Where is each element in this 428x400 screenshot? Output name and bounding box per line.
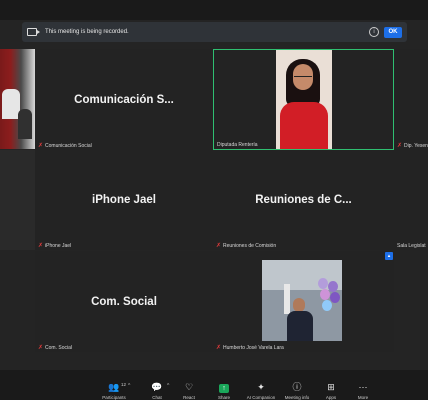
tile-left-video[interactable] (0, 49, 35, 149)
participant-count: 12 (121, 382, 127, 387)
tile-left-empty (0, 150, 35, 250)
muted-mic-icon: ✗ (216, 243, 222, 249)
participant-display-name: Comunicación S... (74, 93, 174, 106)
recording-message: This meeting is being recorded. (45, 29, 129, 35)
participant-name-label: ✗ iPhone Jael (38, 242, 72, 250)
share-button[interactable]: ↑ Share (204, 382, 244, 400)
meeting-toolbar: 👥 12 ^ Participants 💬 ^ Chat ♡ React ↑ S… (0, 370, 428, 400)
participant-name-label: ✗ Comunicación Social (38, 142, 92, 150)
tile-reuniones-comision[interactable]: Reuniones de C... ✗ Reuniones de Comisió… (213, 150, 394, 250)
more-label: More (357, 395, 369, 400)
window-top-bar (0, 0, 428, 20)
chevron-up-icon[interactable]: ^ (128, 383, 130, 389)
more-button[interactable]: ⋯ More (343, 382, 383, 400)
participant-display-name: Com. Social (91, 295, 157, 308)
participant-display-name: iPhone Jael (92, 194, 156, 206)
recording-icon (27, 28, 40, 36)
react-button[interactable]: ♡ React (169, 382, 209, 400)
expand-icon[interactable]: ▴ (385, 252, 393, 260)
tile-humberto[interactable]: ✗ Humberto José Varela Lara (213, 251, 394, 352)
heart-icon: ♡ (184, 382, 194, 392)
info-icon[interactable]: i (369, 27, 379, 37)
participant-video (262, 260, 342, 341)
share-label: Share (217, 395, 230, 400)
participants-button[interactable]: 👥 12 ^ Participants (94, 382, 134, 400)
tile-com-social[interactable]: Com. Social ✗ Com. Social (35, 251, 213, 352)
muted-mic-icon: ✗ (216, 345, 222, 351)
ai-companion-button[interactable]: ✦ AI Companion (241, 382, 281, 400)
participant-video (276, 50, 332, 149)
tile-sala-legislativa[interactable]: Sala Legislat (394, 150, 428, 250)
react-label: React (183, 395, 195, 400)
tile-dip-yesen[interactable]: ✗ Dip. Yesen (394, 49, 428, 150)
ok-button[interactable]: OK (384, 26, 402, 38)
participant-name-label: ✗ Com. Social (38, 344, 72, 352)
muted-mic-icon: ✗ (38, 243, 44, 249)
share-icon: ↑ (204, 382, 244, 393)
tile-diputada-renteria[interactable]: Diputada Rentería (213, 49, 394, 150)
participants-label: Participants (102, 395, 126, 400)
participant-name-label: ✗ Dip. Yesen (397, 142, 428, 150)
tile-comunicacion-social[interactable]: Comunicación S... ✗ Comunicación Social (35, 49, 213, 150)
participant-name-label: ✗ Reuniones de Comisión (216, 242, 277, 250)
sparkle-icon: ✦ (257, 382, 265, 392)
participant-video (0, 49, 35, 149)
more-icon: ⋯ (358, 382, 368, 392)
recording-banner: This meeting is being recorded. i OK (22, 22, 407, 42)
participant-display-name: Reuniones de C... (255, 194, 352, 206)
muted-mic-icon: ✗ (38, 345, 44, 351)
muted-mic-icon: ✗ (397, 143, 403, 149)
muted-mic-icon: ✗ (38, 143, 44, 149)
participant-name-label: Diputada Rentería (217, 142, 258, 148)
participant-name-label: Sala Legislat (397, 243, 426, 249)
participant-name-label: ✗ Humberto José Varela Lara (216, 344, 284, 352)
ai-companion-label: AI Companion (246, 395, 276, 400)
tile-iphone-jael[interactable]: iPhone Jael ✗ iPhone Jael (35, 150, 213, 250)
